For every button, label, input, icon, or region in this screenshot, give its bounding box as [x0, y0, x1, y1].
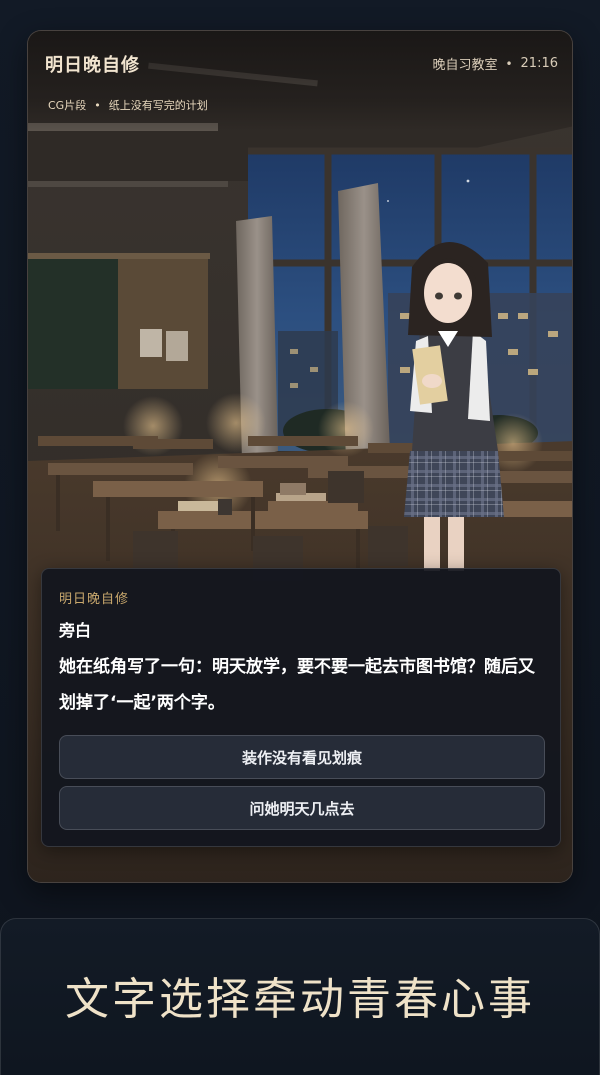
- promo-caption-card: 文字选择牵动青春心事: [0, 918, 600, 1075]
- scene-tag: CG片段: [48, 99, 87, 112]
- clock-time: 21:16: [520, 56, 558, 71]
- choice-button-1[interactable]: 装作没有看见划痕: [59, 735, 545, 779]
- choice-button-2[interactable]: 问她明天几点去: [59, 786, 545, 830]
- dialogue-text: 她在纸角写了一句：明天放学，要不要一起去市图书馆？随后又划掉了‘一起’两个字。: [59, 657, 535, 713]
- scene-title: 纸上没有写完的计划: [108, 99, 208, 112]
- location-label: 晚自习教室: [432, 58, 498, 73]
- game-frame: 明日晚自修 晚自习教室 • 21:16 CG片段 • 纸上没有写完的计划 明日晚…: [27, 30, 573, 883]
- dialogue-panel: 明日晚自修 旁白 她在纸角写了一句：明天放学，要不要一起去市图书馆？随后又划掉了…: [41, 568, 561, 847]
- scene-separator: •: [94, 98, 101, 112]
- speaker-name: 旁白: [59, 621, 92, 640]
- status-separator: •: [505, 56, 513, 71]
- dialogue-game-name: 明日晚自修: [59, 592, 130, 607]
- location-time-status: 晚自习教室 • 21:16: [432, 54, 558, 73]
- game-header: 明日晚自修 晚自习教室 • 21:16 CG片段 • 纸上没有写完的计划: [28, 31, 572, 131]
- app-page: 明日晚自修 晚自习教室 • 21:16 CG片段 • 纸上没有写完的计划 明日晚…: [0, 0, 600, 1075]
- game-title: 明日晚自修: [45, 55, 140, 76]
- scene-label: CG片段 • 纸上没有写完的计划: [48, 97, 208, 113]
- promo-caption-text: 文字选择牵动青春心事: [65, 974, 535, 1025]
